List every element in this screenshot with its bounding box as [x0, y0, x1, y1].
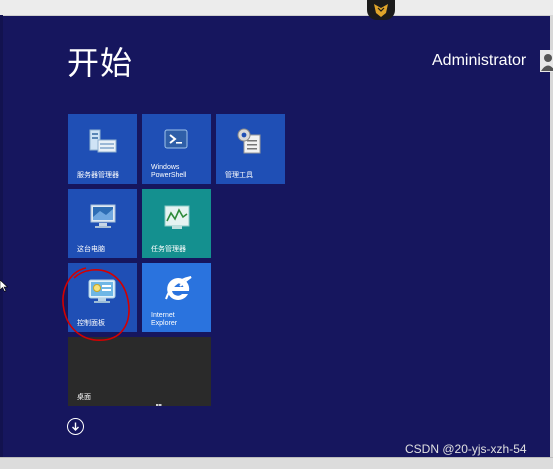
bottom-scrollbar[interactable]	[0, 457, 553, 469]
this-pc-icon	[88, 203, 118, 235]
tile-label: 任务管理器	[151, 246, 186, 253]
window-top-bar	[0, 0, 553, 16]
left-edge	[0, 15, 3, 457]
all-apps-down-arrow-icon[interactable]	[67, 418, 84, 435]
tile-desktop[interactable]: 桌面	[68, 337, 211, 406]
admin-tools-icon	[235, 127, 265, 159]
tile-label: 桌面	[77, 394, 91, 401]
tile-label: Internet Explorer	[151, 312, 178, 327]
red-annotation-circle	[62, 267, 130, 341]
tile-this-pc[interactable]: 这台电脑	[68, 189, 137, 258]
user-avatar-icon[interactable]	[540, 50, 553, 72]
tile-label: 管理工具	[225, 172, 253, 179]
user-name[interactable]: Administrator	[432, 52, 526, 70]
desktop-icon	[156, 395, 162, 406]
internet-explorer-icon	[162, 273, 194, 309]
csdn-watermark: CSDN @20-yjs-xzh-54	[405, 442, 527, 456]
server-manager-icon	[86, 128, 118, 160]
tile-server-manager[interactable]: 服务器管理器	[68, 114, 137, 184]
mouse-cursor-icon	[0, 280, 8, 292]
tile-label: 这台电脑	[77, 246, 105, 253]
top-center-badge-icon[interactable]	[367, 0, 395, 20]
tile-label: Windows PowerShell	[151, 164, 187, 179]
task-manager-icon	[162, 203, 192, 235]
tile-internet-explorer[interactable]: Internet Explorer	[142, 263, 211, 332]
tile-windows-powershell[interactable]: Windows PowerShell	[142, 114, 211, 184]
powershell-icon	[164, 128, 188, 154]
tile-admin-tools[interactable]: 管理工具	[216, 114, 285, 184]
start-screen-title: 开始	[67, 44, 134, 82]
tile-task-manager[interactable]: 任务管理器	[142, 189, 211, 258]
tile-label: 服务器管理器	[77, 172, 119, 179]
